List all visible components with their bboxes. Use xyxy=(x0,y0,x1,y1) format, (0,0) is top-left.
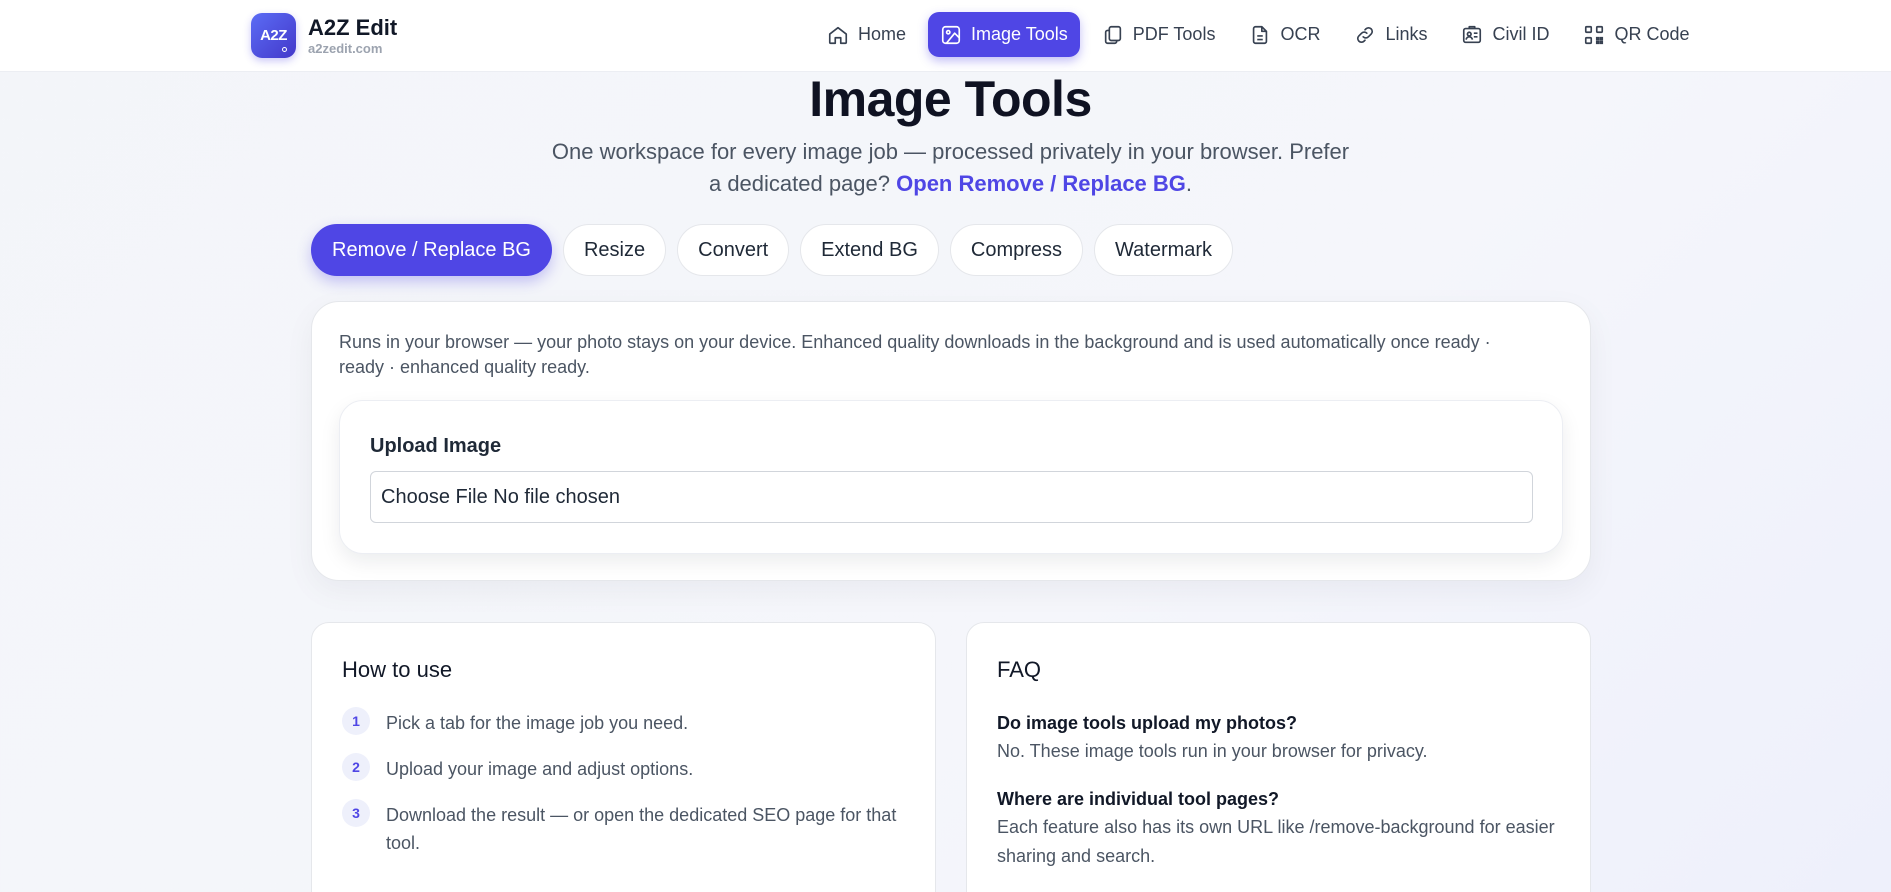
page-title: Image Tools xyxy=(809,71,1092,127)
privacy-note: Runs in your browser — your photo stays … xyxy=(339,332,1491,377)
brand-logo-icon: A2Z xyxy=(251,13,296,58)
step-text: Upload your image and adjust options. xyxy=(386,759,694,779)
list-item: 3 Download the result — or open the dedi… xyxy=(342,799,902,857)
nav-item-home[interactable]: Home xyxy=(815,12,918,57)
faq-answer: Each feature also has its own URL like /… xyxy=(997,817,1555,866)
nav-item-ocr[interactable]: OCR xyxy=(1237,12,1332,57)
nav-item-civil-id[interactable]: Civil ID xyxy=(1449,12,1561,57)
nav-label: OCR xyxy=(1280,24,1321,44)
main-nav: Home Image Tools PDF Tools OCR Links Civ… xyxy=(815,12,1702,57)
faq-question: Where are individual tool pages? xyxy=(997,789,1280,809)
list-item: 2 Upload your image and adjust options. xyxy=(342,753,902,783)
step-text: Pick a tab for the image job you need. xyxy=(386,713,689,733)
nav-label: Image Tools xyxy=(971,24,1068,44)
step-number: 3 xyxy=(342,799,370,827)
faq-question: Do image tools upload my photos? xyxy=(997,713,1298,733)
open-remove-bg-link[interactable]: Open Remove / Replace BG xyxy=(896,171,1186,196)
id-card-icon xyxy=(1463,25,1482,43)
step-number: 1 xyxy=(342,707,370,735)
file-input[interactable]: Choose File No file chosen xyxy=(370,471,1533,523)
tab-resize[interactable]: Resize xyxy=(562,224,667,276)
brand-text: A2Z Edit a2zedit.com xyxy=(308,15,397,57)
nav-item-image-tools[interactable]: Image Tools xyxy=(928,12,1080,57)
link-icon xyxy=(1357,26,1374,43)
document-icon xyxy=(1253,25,1268,44)
step-text: Download the result — or open the dedica… xyxy=(386,805,897,853)
tool-card: Runs in your browser — your photo stays … xyxy=(311,301,1591,581)
faq-panel: FAQ Do image tools upload my photos? No.… xyxy=(966,622,1591,892)
nav-item-qr-code[interactable]: QR Code xyxy=(1571,12,1701,57)
brand-logo-text: A2Z xyxy=(260,27,287,44)
how-to-title: How to use xyxy=(342,657,453,682)
nav-label: PDF Tools xyxy=(1132,24,1216,44)
nav-label: QR Code xyxy=(1614,24,1690,44)
list-item: 1 Pick a tab for the image job you need. xyxy=(342,707,902,737)
image-icon xyxy=(941,25,961,44)
tab-convert[interactable]: Convert xyxy=(677,224,790,276)
how-to-steps: 1 Pick a tab for the image job you need.… xyxy=(342,707,902,875)
upload-label: Upload Image xyxy=(370,435,502,457)
nav-label: Links xyxy=(1385,24,1428,44)
how-to-panel: How to use 1 Pick a tab for the image jo… xyxy=(311,622,936,892)
brand-name: A2Z Edit xyxy=(308,14,398,40)
tab-extend-bg[interactable]: Extend BG xyxy=(800,224,939,276)
faq-answer: No. These image tools run in your browse… xyxy=(997,741,1428,761)
faq-title: FAQ xyxy=(997,657,1042,682)
tab-remove-replace-bg[interactable]: Remove / Replace BG xyxy=(311,224,552,276)
upload-panel: Upload Image Choose File No file chosen xyxy=(339,400,1563,554)
nav-label: Home xyxy=(858,24,907,44)
top-header: A2Z A2Z Edit a2zedit.com Home Image Tool… xyxy=(0,0,1891,72)
qr-code-icon xyxy=(1585,25,1604,44)
brand-domain: a2zedit.com xyxy=(308,40,383,56)
page-subtitle: One workspace for every image job — proc… xyxy=(545,136,1356,200)
nav-item-links[interactable]: Links xyxy=(1342,12,1439,57)
nav-item-pdf-tools[interactable]: PDF Tools xyxy=(1090,12,1228,57)
faq-list: Do image tools upload my photos? No. The… xyxy=(997,709,1567,890)
brand[interactable]: A2Z A2Z Edit a2zedit.com xyxy=(251,13,397,58)
subtitle-end: . xyxy=(1185,171,1193,196)
tab-compress[interactable]: Compress xyxy=(949,224,1084,276)
logo-dot xyxy=(282,47,287,52)
step-number: 2 xyxy=(342,753,370,781)
tool-tabs: Remove / Replace BG Resize Convert Exten… xyxy=(311,224,1234,276)
nav-label: Civil ID xyxy=(1492,24,1550,44)
tab-watermark[interactable]: Watermark xyxy=(1094,224,1234,276)
home-icon xyxy=(828,26,848,44)
files-icon xyxy=(1104,25,1121,44)
